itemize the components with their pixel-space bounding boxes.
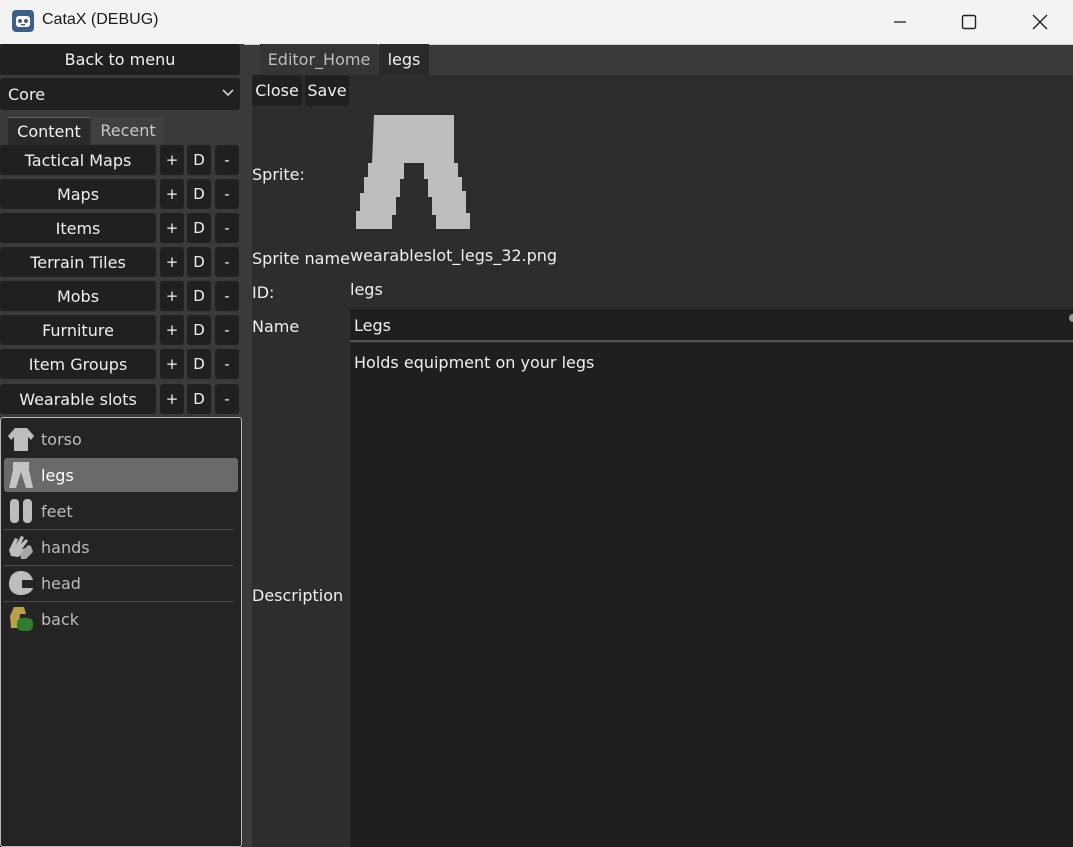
close-window-button[interactable] [1017, 0, 1063, 44]
category-mobs-button[interactable]: Mobs [0, 281, 156, 311]
resize-handle[interactable] [1069, 314, 1073, 322]
remove-button[interactable]: - [215, 349, 239, 379]
save-button[interactable]: Save [305, 75, 349, 106]
torso-icon [8, 428, 34, 451]
list-item-feet[interactable]: feet [4, 494, 238, 528]
category-wearable-slots-button[interactable]: Wearable slots [0, 384, 156, 414]
back-to-menu-button[interactable]: Back to menu [0, 44, 240, 75]
sprite-name-value[interactable]: wearableslot_legs_32.png [350, 246, 557, 265]
category-terrain-tiles-button[interactable]: Terrain Tiles [0, 247, 156, 277]
remove-button[interactable]: - [215, 247, 239, 277]
head-icon [9, 571, 33, 595]
list-item-label: torso [41, 430, 82, 449]
hands-icon [9, 536, 33, 559]
tab-recent[interactable]: Recent [92, 117, 164, 144]
add-button[interactable]: + [160, 247, 184, 277]
category-item-groups-button[interactable]: Item Groups [0, 349, 156, 379]
name-field-text: Legs [354, 316, 391, 335]
category-maps-button[interactable]: Maps [0, 179, 156, 209]
tab-content[interactable]: Content [8, 117, 90, 145]
add-button[interactable]: + [160, 349, 184, 379]
name-field[interactable]: Legs [350, 309, 1073, 342]
mod-select[interactable]: Core [0, 78, 240, 110]
remove-button[interactable]: - [215, 145, 239, 175]
window-title: CataX (DEBUG) [42, 11, 159, 28]
duplicate-button[interactable]: D [187, 145, 211, 175]
sprite-name-label: Sprite name [252, 249, 350, 268]
minimize-button[interactable] [877, 0, 923, 44]
duplicate-button[interactable]: D [187, 315, 211, 345]
add-button[interactable]: + [160, 179, 184, 209]
category-row-tactical-maps: Tactical Maps + D - [0, 145, 244, 175]
window-titlebar: CataX (DEBUG) [0, 0, 1073, 45]
backpack-icon [10, 607, 33, 631]
add-button[interactable]: + [160, 213, 184, 243]
feet-icon [10, 499, 32, 523]
editor-area: Editor_Home legs Close Save Sprite: Spri… [252, 44, 1073, 847]
content-sidebar: Back to menu Core Content Recent Tactica… [0, 44, 244, 847]
remove-button[interactable]: - [215, 281, 239, 311]
list-item-hands[interactable]: hands [4, 530, 238, 564]
duplicate-button[interactable]: D [187, 281, 211, 311]
remove-button[interactable]: - [215, 213, 239, 243]
maximize-icon [961, 14, 977, 30]
category-row-items: Items + D - [0, 213, 244, 243]
list-item-legs[interactable]: legs [4, 458, 238, 492]
wearable-slot-editor: Close Save Sprite: Sprite name wearables… [252, 75, 1073, 847]
add-button[interactable]: + [160, 145, 184, 175]
remove-button[interactable]: - [215, 179, 239, 209]
list-item-label: feet [41, 502, 73, 521]
category-row-terrain-tiles: Terrain Tiles + D - [0, 247, 244, 277]
minimize-icon [894, 21, 906, 23]
legs-sprite[interactable] [352, 111, 476, 235]
category-row-furniture: Furniture + D - [0, 315, 244, 345]
mod-select-value: Core [8, 85, 46, 104]
wearable-slot-list[interactable]: torso legs feet hands head back [0, 417, 242, 847]
category-furniture-button[interactable]: Furniture [0, 315, 156, 345]
duplicate-button[interactable]: D [187, 384, 211, 414]
list-item-label: legs [41, 466, 74, 485]
id-label: ID: [252, 283, 275, 302]
list-item-label: back [41, 610, 80, 629]
category-row-mobs: Mobs + D - [0, 281, 244, 311]
category-row-item-groups: Item Groups + D - [0, 349, 244, 379]
godot-icon [12, 10, 34, 32]
duplicate-button[interactable]: D [187, 179, 211, 209]
description-label: Description [252, 586, 344, 605]
tab-legs[interactable]: legs [379, 44, 429, 75]
legs-icon [9, 462, 33, 488]
list-item-label: hands [41, 538, 90, 557]
list-item-head[interactable]: head [4, 566, 238, 600]
close-icon [1032, 14, 1048, 30]
list-item-label: head [41, 574, 81, 593]
description-field[interactable]: Holds equipment on your legs [350, 343, 1073, 847]
category-row-wearable-slots: Wearable slots + D - [0, 384, 244, 414]
chevron-down-icon [222, 89, 234, 97]
duplicate-button[interactable]: D [187, 349, 211, 379]
description-field-text: Holds equipment on your legs [354, 353, 595, 372]
remove-button[interactable]: - [215, 384, 239, 414]
category-items-button[interactable]: Items [0, 213, 156, 243]
add-button[interactable]: + [160, 384, 184, 414]
name-label: Name [252, 317, 300, 336]
duplicate-button[interactable]: D [187, 213, 211, 243]
remove-button[interactable]: - [215, 315, 239, 345]
add-button[interactable]: + [160, 315, 184, 345]
maximize-button[interactable] [946, 0, 992, 44]
add-button[interactable]: + [160, 281, 184, 311]
tab-editor-home[interactable]: Editor_Home [260, 44, 378, 75]
duplicate-button[interactable]: D [187, 247, 211, 277]
sprite-label: Sprite: [252, 165, 305, 184]
category-row-maps: Maps + D - [0, 179, 244, 209]
close-button[interactable]: Close [252, 75, 302, 106]
id-value: legs [350, 280, 383, 299]
list-item-torso[interactable]: torso [4, 422, 238, 456]
list-item-back[interactable]: back [4, 602, 238, 636]
category-tactical-maps-button[interactable]: Tactical Maps [0, 145, 156, 175]
